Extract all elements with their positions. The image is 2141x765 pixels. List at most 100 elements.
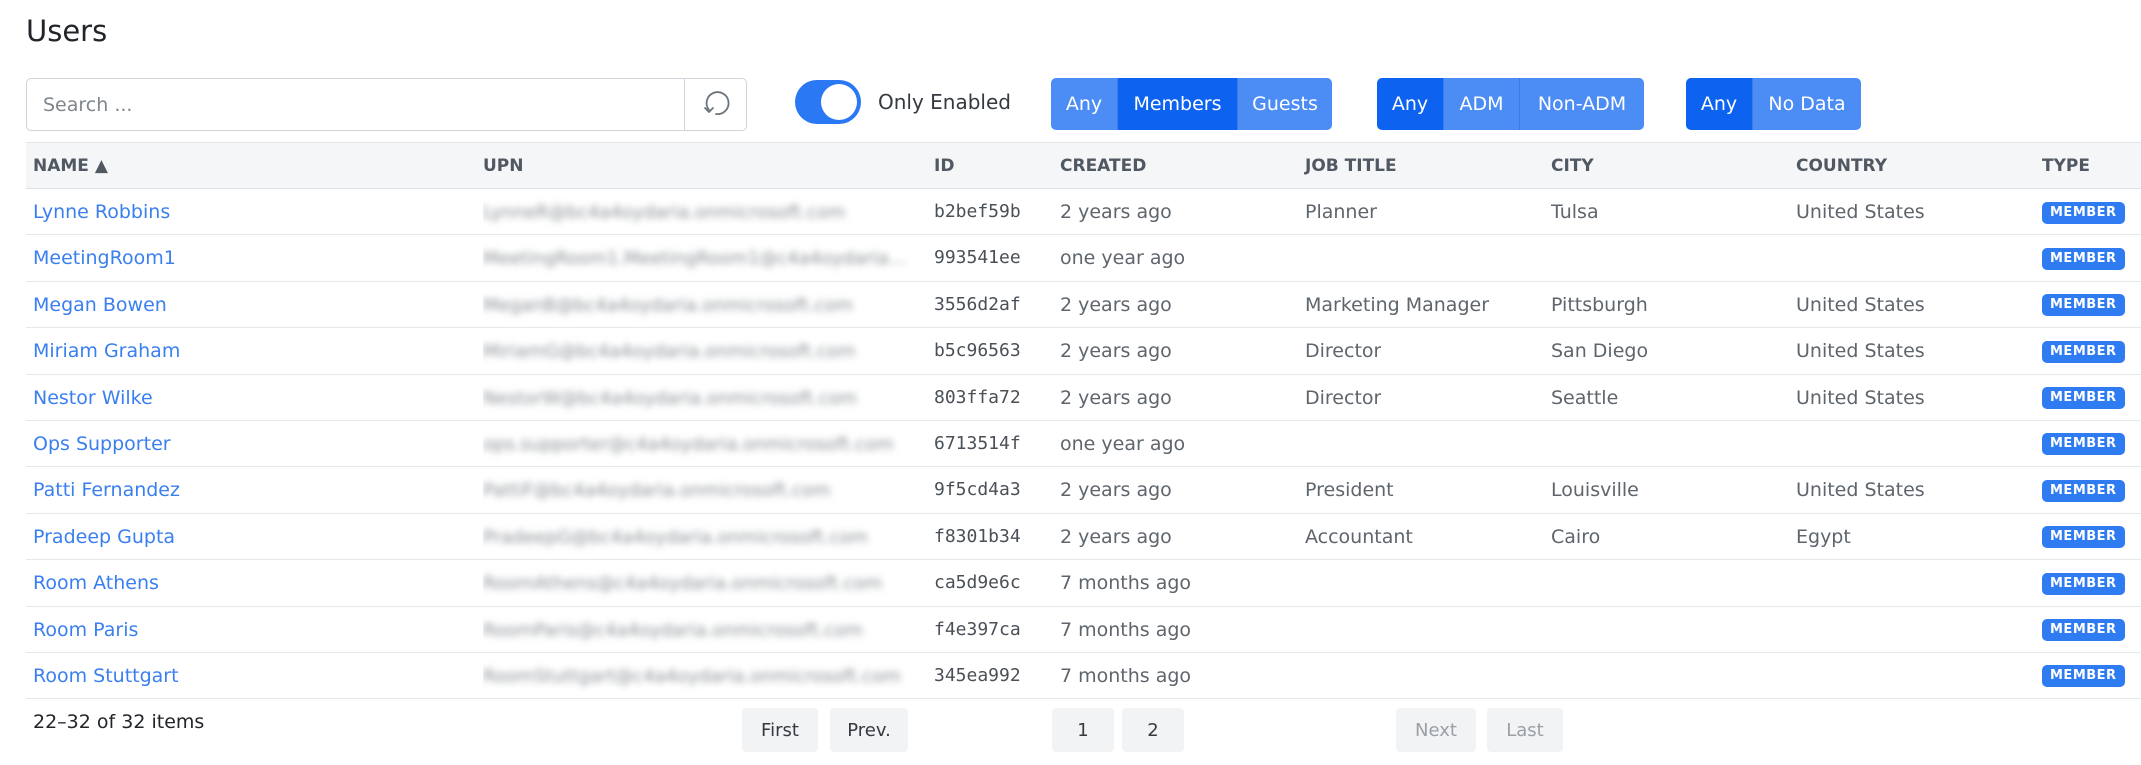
user-id: ca5d9e6c [934, 572, 1021, 594]
user-upn: PattiF@bc4a4oydaria.onmicrosoft.com [483, 467, 938, 513]
user-name-link[interactable]: Lynne Robbins [33, 189, 170, 235]
user-created: 2 years ago [1060, 525, 1172, 548]
user-name-link[interactable]: Miriam Graham [33, 328, 180, 374]
filter-adm-adm[interactable]: ADM [1443, 78, 1519, 130]
user-name-link[interactable]: Room Athens [33, 560, 159, 606]
user-id: 345ea992 [934, 664, 1021, 686]
user-created: 7 months ago [1060, 572, 1192, 595]
table-row[interactable]: Pradeep Gupta PradeepG@bc4a4oydaria.onmic… [26, 514, 2141, 561]
user-created: 7 months ago [1060, 664, 1192, 687]
user-id: b5c96563 [934, 340, 1021, 362]
member-badge: MEMBER [2042, 433, 2125, 456]
table-row[interactable]: Megan Bowen MeganB@bc4a4oydaria.onmicroso… [26, 282, 2141, 329]
user-type: MEMBER [2042, 514, 2125, 560]
user-id: 3556d2af [934, 293, 1021, 315]
member-badge: MEMBER [2042, 572, 2125, 595]
table-row[interactable]: Miriam Graham MiriamG@bc4a4oydaria.onmicr… [26, 328, 2141, 375]
filter-data-any[interactable]: Any [1686, 78, 1752, 130]
table-row[interactable]: Ops Supporter ops.supporter@c4a4oydaria.o… [26, 421, 2141, 468]
user-type: MEMBER [2042, 328, 2125, 374]
data-filter: Any No Data [1686, 78, 1861, 130]
refresh-button[interactable] [684, 79, 746, 130]
user-created: 2 years ago [1060, 201, 1172, 223]
filter-type-guests[interactable]: Guests [1237, 78, 1332, 130]
user-name-link[interactable]: MeetingRoom1 [33, 235, 176, 281]
page-title: Users [26, 14, 108, 48]
filter-type-members[interactable]: Members [1117, 78, 1237, 130]
user-upn: MeganB@bc4a4oydaria.onmicrosoft.com [483, 282, 938, 328]
member-badge: MEMBER [2042, 479, 2125, 502]
user-upn: RoomAthens@c4a4oydaria.onmicrosoft.com [483, 560, 938, 606]
user-created: 2 years ago [1060, 479, 1172, 502]
user-id: f8301b34 [934, 525, 1021, 547]
user-id: 9f5cd4a3 [934, 479, 1021, 501]
column-header-id[interactable]: ID [934, 143, 954, 189]
upn-text: RoomParis@c4a4oydaria.onmicrosoft.com [483, 619, 863, 641]
user-type-filter: Any Members Guests [1051, 78, 1332, 130]
user-upn: PradeepG@bc4a4oydaria.onmicrosoft.com [483, 514, 938, 560]
user-created: one year ago [1060, 247, 1186, 270]
user-city: San Diego [1551, 340, 1649, 363]
column-header-city[interactable]: CITY [1551, 143, 1594, 189]
user-name-link[interactable]: Patti Fernandez [33, 467, 180, 513]
column-header-name[interactable]: NAME ▲ [33, 143, 108, 189]
user-name-link[interactable]: Room Paris [33, 607, 138, 653]
filter-adm-any[interactable]: Any [1377, 78, 1443, 130]
upn-text: NestorW@bc4a4oydaria.onmicrosoft.com [483, 387, 858, 409]
member-badge: MEMBER [2042, 526, 2125, 549]
only-enabled-toggle[interactable] [795, 80, 861, 124]
user-type: MEMBER [2042, 235, 2125, 281]
user-country: United States [1796, 201, 1925, 223]
user-type: MEMBER [2042, 189, 2125, 235]
table-body: Lynne Robbins LynneR@bc4a4oydaria.onmicro… [26, 189, 2141, 700]
filter-type-any[interactable]: Any [1051, 78, 1117, 130]
table-row[interactable]: Room Paris RoomParis@c4a4oydaria.onmicros… [26, 607, 2141, 653]
user-name-link[interactable]: Room Stuttgart [33, 653, 179, 699]
user-job-title: Marketing Manager [1305, 293, 1490, 316]
user-upn: MiriamG@bc4a4oydaria.onmicrosoft.com [483, 328, 938, 374]
column-header-created[interactable]: CREATED [1060, 143, 1146, 189]
filter-data-no-data[interactable]: No Data [1752, 78, 1861, 130]
last-page-button[interactable]: Last [1487, 708, 1563, 752]
user-id: 6713514f [934, 432, 1021, 454]
user-type: MEMBER [2042, 653, 2125, 699]
user-city: Seattle [1551, 386, 1619, 409]
user-job-title: Director [1305, 386, 1382, 409]
table-row[interactable]: Patti Fernandez PattiF@bc4a4oydaria.onmic… [26, 467, 2141, 514]
search-input[interactable] [27, 79, 684, 130]
page-1-button[interactable]: 1 [1052, 708, 1114, 752]
user-country: United States [1796, 479, 1925, 502]
filter-adm-non-adm[interactable]: Non-ADM [1519, 78, 1644, 130]
table-row[interactable]: Nestor Wilke NestorW@bc4a4oydaria.onmicro… [26, 375, 2141, 421]
prev-page-button[interactable]: Prev. [830, 708, 908, 752]
member-badge: MEMBER [2042, 294, 2125, 317]
user-country: United States [1796, 340, 1925, 363]
user-city: Pittsburgh [1551, 293, 1648, 316]
first-page-button[interactable]: First [742, 708, 818, 752]
member-badge: MEMBER [2042, 619, 2125, 642]
user-name-link[interactable]: Nestor Wilke [33, 375, 153, 421]
user-id: 993541ee [934, 247, 1021, 269]
page-2-button[interactable]: 2 [1122, 708, 1184, 752]
user-created: one year ago [1060, 432, 1186, 455]
user-created: 2 years ago [1060, 293, 1172, 316]
table-row[interactable]: MeetingRoom1 MeetingRoom1.MeetingRoom1@c4… [26, 235, 2141, 282]
user-name-link[interactable]: Megan Bowen [33, 282, 167, 328]
member-badge: MEMBER [2042, 387, 2125, 410]
user-type: MEMBER [2042, 607, 2125, 653]
column-header-country[interactable]: COUNTRY [1796, 143, 1887, 189]
table-row[interactable]: Lynne Robbins LynneR@bc4a4oydaria.onmicro… [26, 189, 2141, 236]
next-page-button[interactable]: Next [1396, 708, 1476, 752]
column-header-upn[interactable]: UPN [483, 143, 938, 189]
user-city: Louisville [1551, 479, 1639, 502]
table-row[interactable]: Room Athens RoomAthens@c4a4oydaria.onmicr… [26, 560, 2141, 607]
table-header: NAME ▲ UPN ID CREATED JOB TITLE CITY COU… [26, 142, 2141, 189]
user-upn: RoomStuttgart@c4a4oydaria.onmicrosoft.co… [483, 653, 938, 699]
user-created: 2 years ago [1060, 340, 1172, 363]
user-name-link[interactable]: Ops Supporter [33, 421, 171, 467]
user-name-link[interactable]: Pradeep Gupta [33, 514, 175, 560]
column-header-type[interactable]: TYPE [2042, 143, 2090, 189]
upn-text: PradeepG@bc4a4oydaria.onmicrosoft.com [483, 526, 868, 548]
column-header-job-title[interactable]: JOB TITLE [1305, 143, 1397, 189]
table-row[interactable]: Room Stuttgart RoomStuttgart@c4a4oydaria.… [26, 653, 2141, 700]
